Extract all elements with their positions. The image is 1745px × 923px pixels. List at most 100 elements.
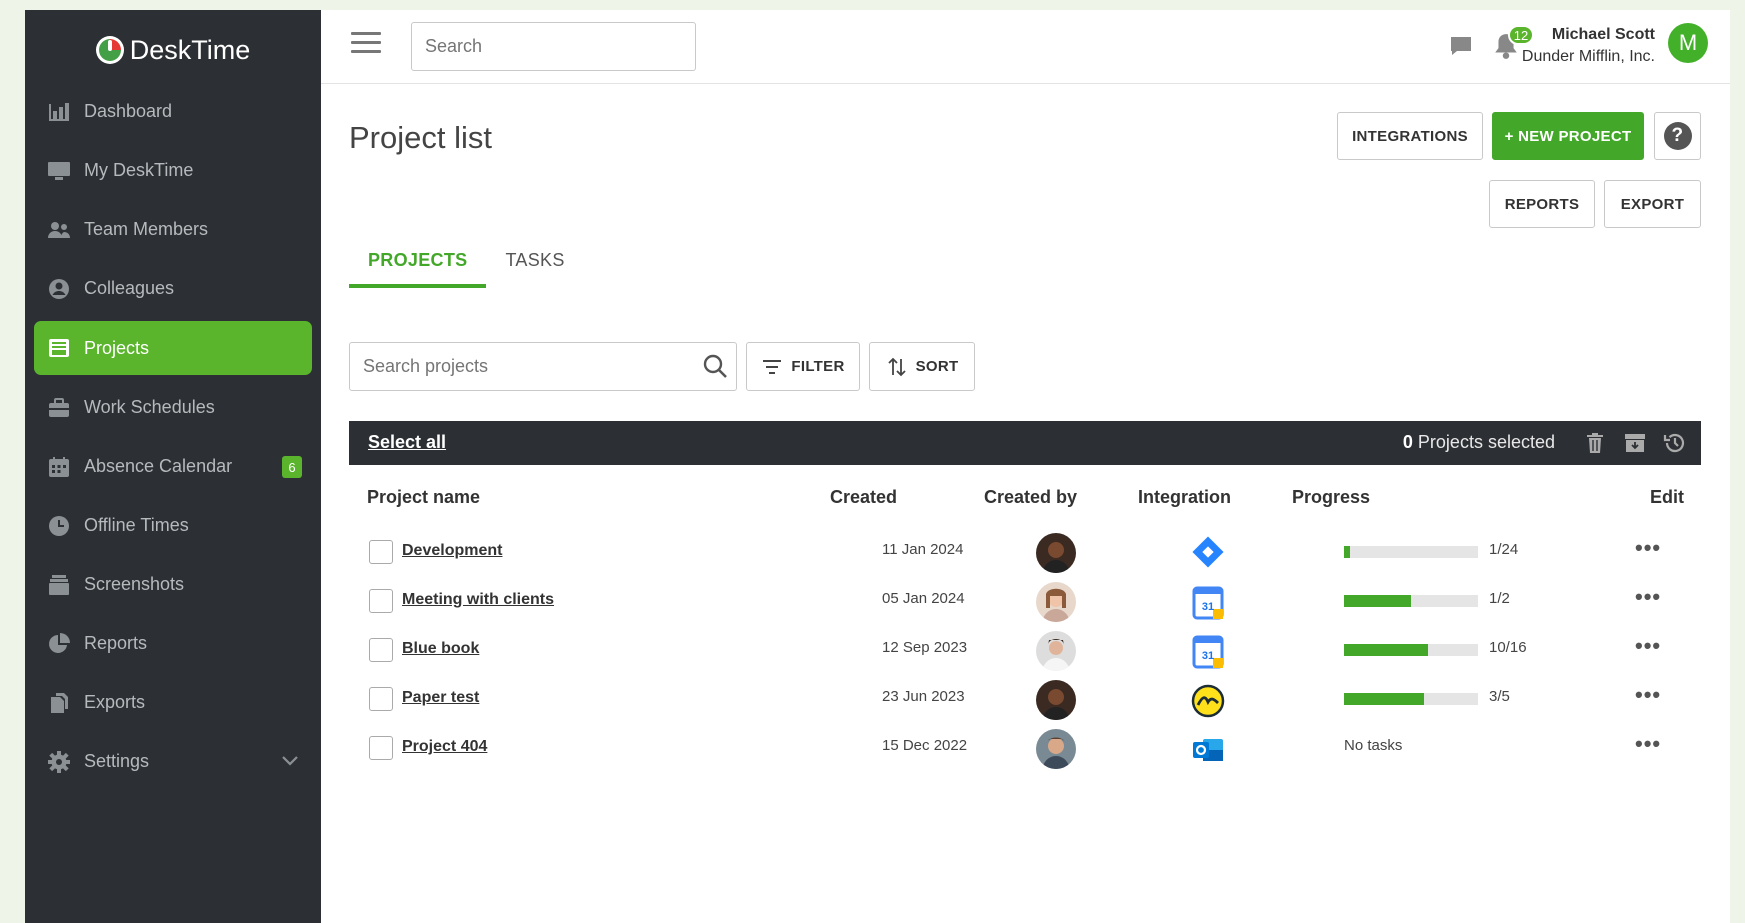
chat-icon[interactable]	[1449, 34, 1473, 58]
person-circle-icon	[46, 277, 72, 301]
logo[interactable]: DeskTime	[25, 28, 321, 72]
sidebar-item-label: Offline Times	[84, 515, 189, 535]
sidebar-item-colleagues[interactable]: Colleagues	[34, 262, 312, 315]
sidebar-item-label: Team Members	[84, 219, 209, 239]
selected-count: 0 Projects selected	[1402, 432, 1555, 452]
export-button[interactable]: EXPORT	[1604, 180, 1701, 228]
folder-icon	[46, 336, 72, 360]
global-search-input[interactable]	[411, 22, 696, 71]
column-header-created-by[interactable]: Created by	[984, 487, 1077, 508]
sidebar-item-reports[interactable]: Reports	[34, 617, 312, 670]
row-checkbox[interactable]	[369, 687, 393, 711]
search-icon[interactable]	[702, 353, 728, 379]
chevron-down-icon[interactable]	[280, 751, 300, 771]
created-date: 05 Jan 2024	[882, 590, 965, 607]
sidebar-item-screenshots[interactable]: Screenshots	[34, 558, 312, 611]
more-dots-icon[interactable]: •••	[1635, 684, 1661, 706]
sort-button[interactable]: SORT	[869, 342, 975, 391]
absence-badge: 6	[282, 456, 302, 478]
row-checkbox[interactable]	[369, 736, 393, 760]
table-row: Project 404 15 Dec 2022 No tasks •••	[349, 722, 1701, 776]
progress-text: 1/2	[1489, 590, 1510, 607]
progress-fill	[1344, 693, 1425, 705]
sidebar-item-label: Settings	[84, 751, 150, 771]
jira-icon	[1192, 536, 1224, 568]
sidebar-item-offline-times[interactable]: Offline Times	[34, 499, 312, 552]
sidebar-item-exports[interactable]: Exports	[34, 676, 312, 729]
sidebar-nav: Dashboard My DeskTime Team Members Colle…	[34, 85, 312, 794]
user-name: Michael Scott	[1551, 26, 1655, 43]
project-name-link[interactable]: Project 404	[402, 738, 487, 756]
calendar-icon	[46, 455, 72, 479]
user-info[interactable]: Michael Scott Dunder Mifflin, Inc.	[1522, 24, 1655, 68]
progress-fill	[1344, 644, 1428, 656]
help-button[interactable]: ?	[1654, 112, 1701, 160]
sort-label: SORT	[915, 358, 959, 375]
app-window: DeskTime Dashboard My DeskTime Team Memb…	[25, 10, 1730, 923]
column-header-integration[interactable]: Integration	[1138, 487, 1231, 508]
project-search-input[interactable]	[349, 342, 737, 391]
new-project-button[interactable]: + NEW PROJECT	[1492, 112, 1644, 160]
main-content: Project list INTEGRATIONS + NEW PROJECT …	[321, 84, 1730, 923]
column-header-created[interactable]: Created	[830, 487, 897, 508]
tab-projects[interactable]: PROJECTS	[349, 232, 487, 288]
app-name: DeskTime	[129, 34, 251, 65]
more-dots-icon[interactable]: •••	[1635, 733, 1661, 755]
sidebar-item-work-schedules[interactable]: Work Schedules	[34, 381, 312, 434]
progress-bar	[1344, 595, 1478, 607]
more-dots-icon[interactable]: •••	[1635, 537, 1661, 559]
more-dots-icon[interactable]: •••	[1635, 586, 1661, 608]
sidebar-item-my-desktime[interactable]: My DeskTime	[34, 144, 312, 197]
user-avatar[interactable]: M	[1668, 23, 1708, 63]
trash-icon[interactable]	[1583, 431, 1607, 455]
sidebar-item-label: Reports	[84, 633, 148, 653]
sidebar-item-settings[interactable]: Settings	[34, 735, 312, 788]
sidebar-item-absence-calendar[interactable]: Absence Calendar 6	[34, 440, 312, 493]
reports-button[interactable]: REPORTS	[1489, 180, 1595, 228]
hamburger-menu-icon[interactable]	[351, 32, 381, 54]
history-icon[interactable]	[1663, 431, 1687, 455]
filter-button[interactable]: FILTER	[746, 342, 860, 391]
tab-bar: PROJECTS TASKS	[349, 232, 584, 288]
table-row: Meeting with clients 05 Jan 2024 31 1/2 …	[349, 575, 1701, 629]
project-name-link[interactable]: Blue book	[402, 640, 479, 658]
sidebar-item-label: Exports	[84, 692, 146, 712]
project-name-link[interactable]: Paper test	[402, 689, 479, 707]
sidebar-item-team-members[interactable]: Team Members	[34, 203, 312, 256]
filter-icon	[763, 359, 782, 374]
creator-avatar	[1036, 729, 1076, 769]
archive-icon[interactable]	[1623, 431, 1647, 455]
project-name-link[interactable]: Development	[402, 542, 502, 560]
google-calendar-icon: 31	[1192, 586, 1224, 620]
svg-text:31: 31	[1202, 601, 1214, 613]
creator-avatar	[1036, 582, 1076, 622]
created-date: 11 Jan 2024	[882, 541, 964, 558]
integrations-button[interactable]: INTEGRATIONS	[1337, 112, 1483, 160]
screenshots-icon	[46, 573, 72, 597]
column-header-progress[interactable]: Progress	[1292, 487, 1370, 508]
created-date: 12 Sep 2023	[882, 639, 968, 656]
sidebar: DeskTime Dashboard My DeskTime Team Memb…	[25, 10, 321, 923]
progress-bar	[1344, 644, 1478, 656]
sidebar-item-label: Absence Calendar	[84, 456, 233, 476]
select-all-link[interactable]: Select all	[368, 432, 446, 453]
table-row: Development 11 Jan 2024 1/24 •••	[349, 526, 1701, 580]
sidebar-item-label: My DeskTime	[84, 160, 194, 180]
outlook-icon	[1193, 739, 1223, 761]
row-checkbox[interactable]	[369, 589, 393, 613]
creator-avatar	[1036, 631, 1076, 671]
company-name: Dunder Mifflin, Inc.	[1521, 48, 1655, 65]
more-dots-icon[interactable]: •••	[1635, 635, 1661, 657]
sidebar-item-projects[interactable]: Projects	[34, 321, 312, 375]
row-checkbox[interactable]	[369, 540, 393, 564]
gear-icon	[46, 750, 72, 774]
sidebar-item-dashboard[interactable]: Dashboard	[34, 85, 312, 138]
desktime-logo-icon	[95, 36, 124, 64]
tab-tasks[interactable]: TASKS	[486, 232, 583, 288]
monitor-icon	[46, 159, 72, 183]
row-checkbox[interactable]	[369, 638, 393, 662]
project-name-link[interactable]: Meeting with clients	[402, 591, 554, 609]
sidebar-item-label: Projects	[84, 337, 150, 358]
table-row: Paper test 23 Jun 2023 3/5 •••	[349, 673, 1701, 727]
column-header-project-name[interactable]: Project name	[367, 487, 480, 508]
